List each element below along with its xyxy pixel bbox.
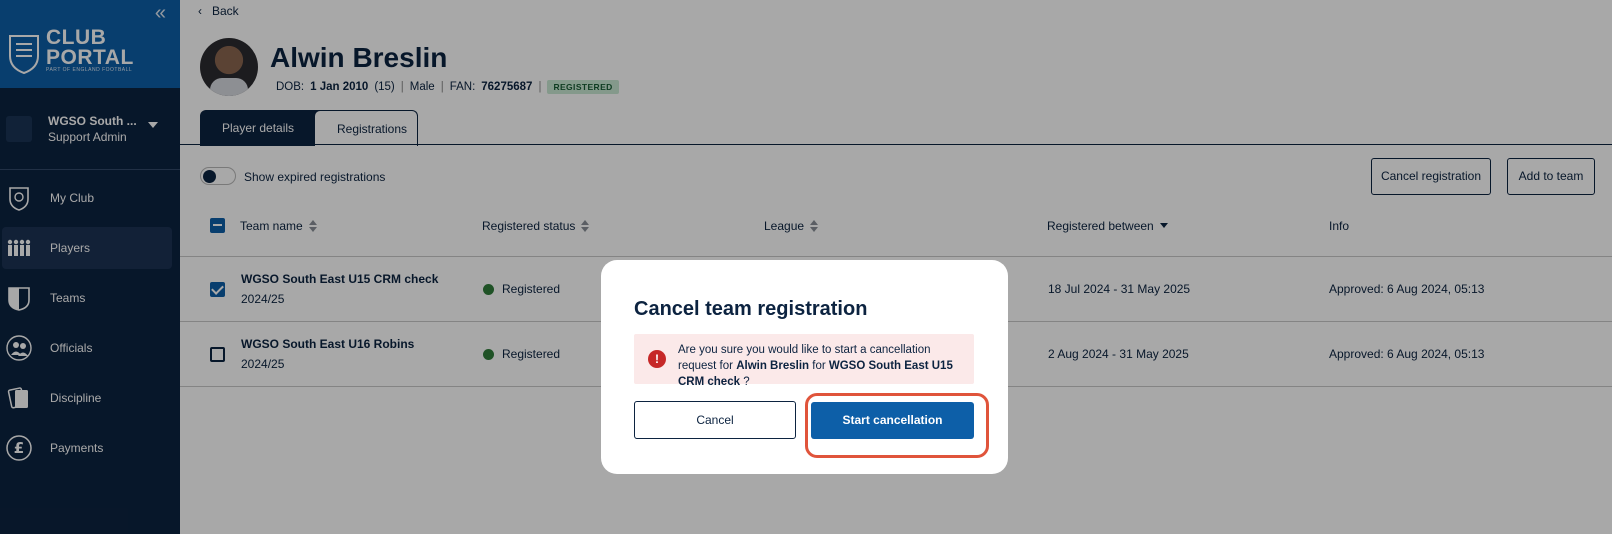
dialog-title: Cancel team registration	[634, 298, 868, 320]
alert-message: Are you sure you would like to start a c…	[678, 344, 953, 388]
highlight-box	[805, 393, 989, 458]
warning-alert: ! Are you sure you would like to start a…	[634, 334, 974, 388]
cancel-button[interactable]: Cancel	[634, 401, 796, 439]
exclamation-icon: !	[648, 350, 666, 368]
